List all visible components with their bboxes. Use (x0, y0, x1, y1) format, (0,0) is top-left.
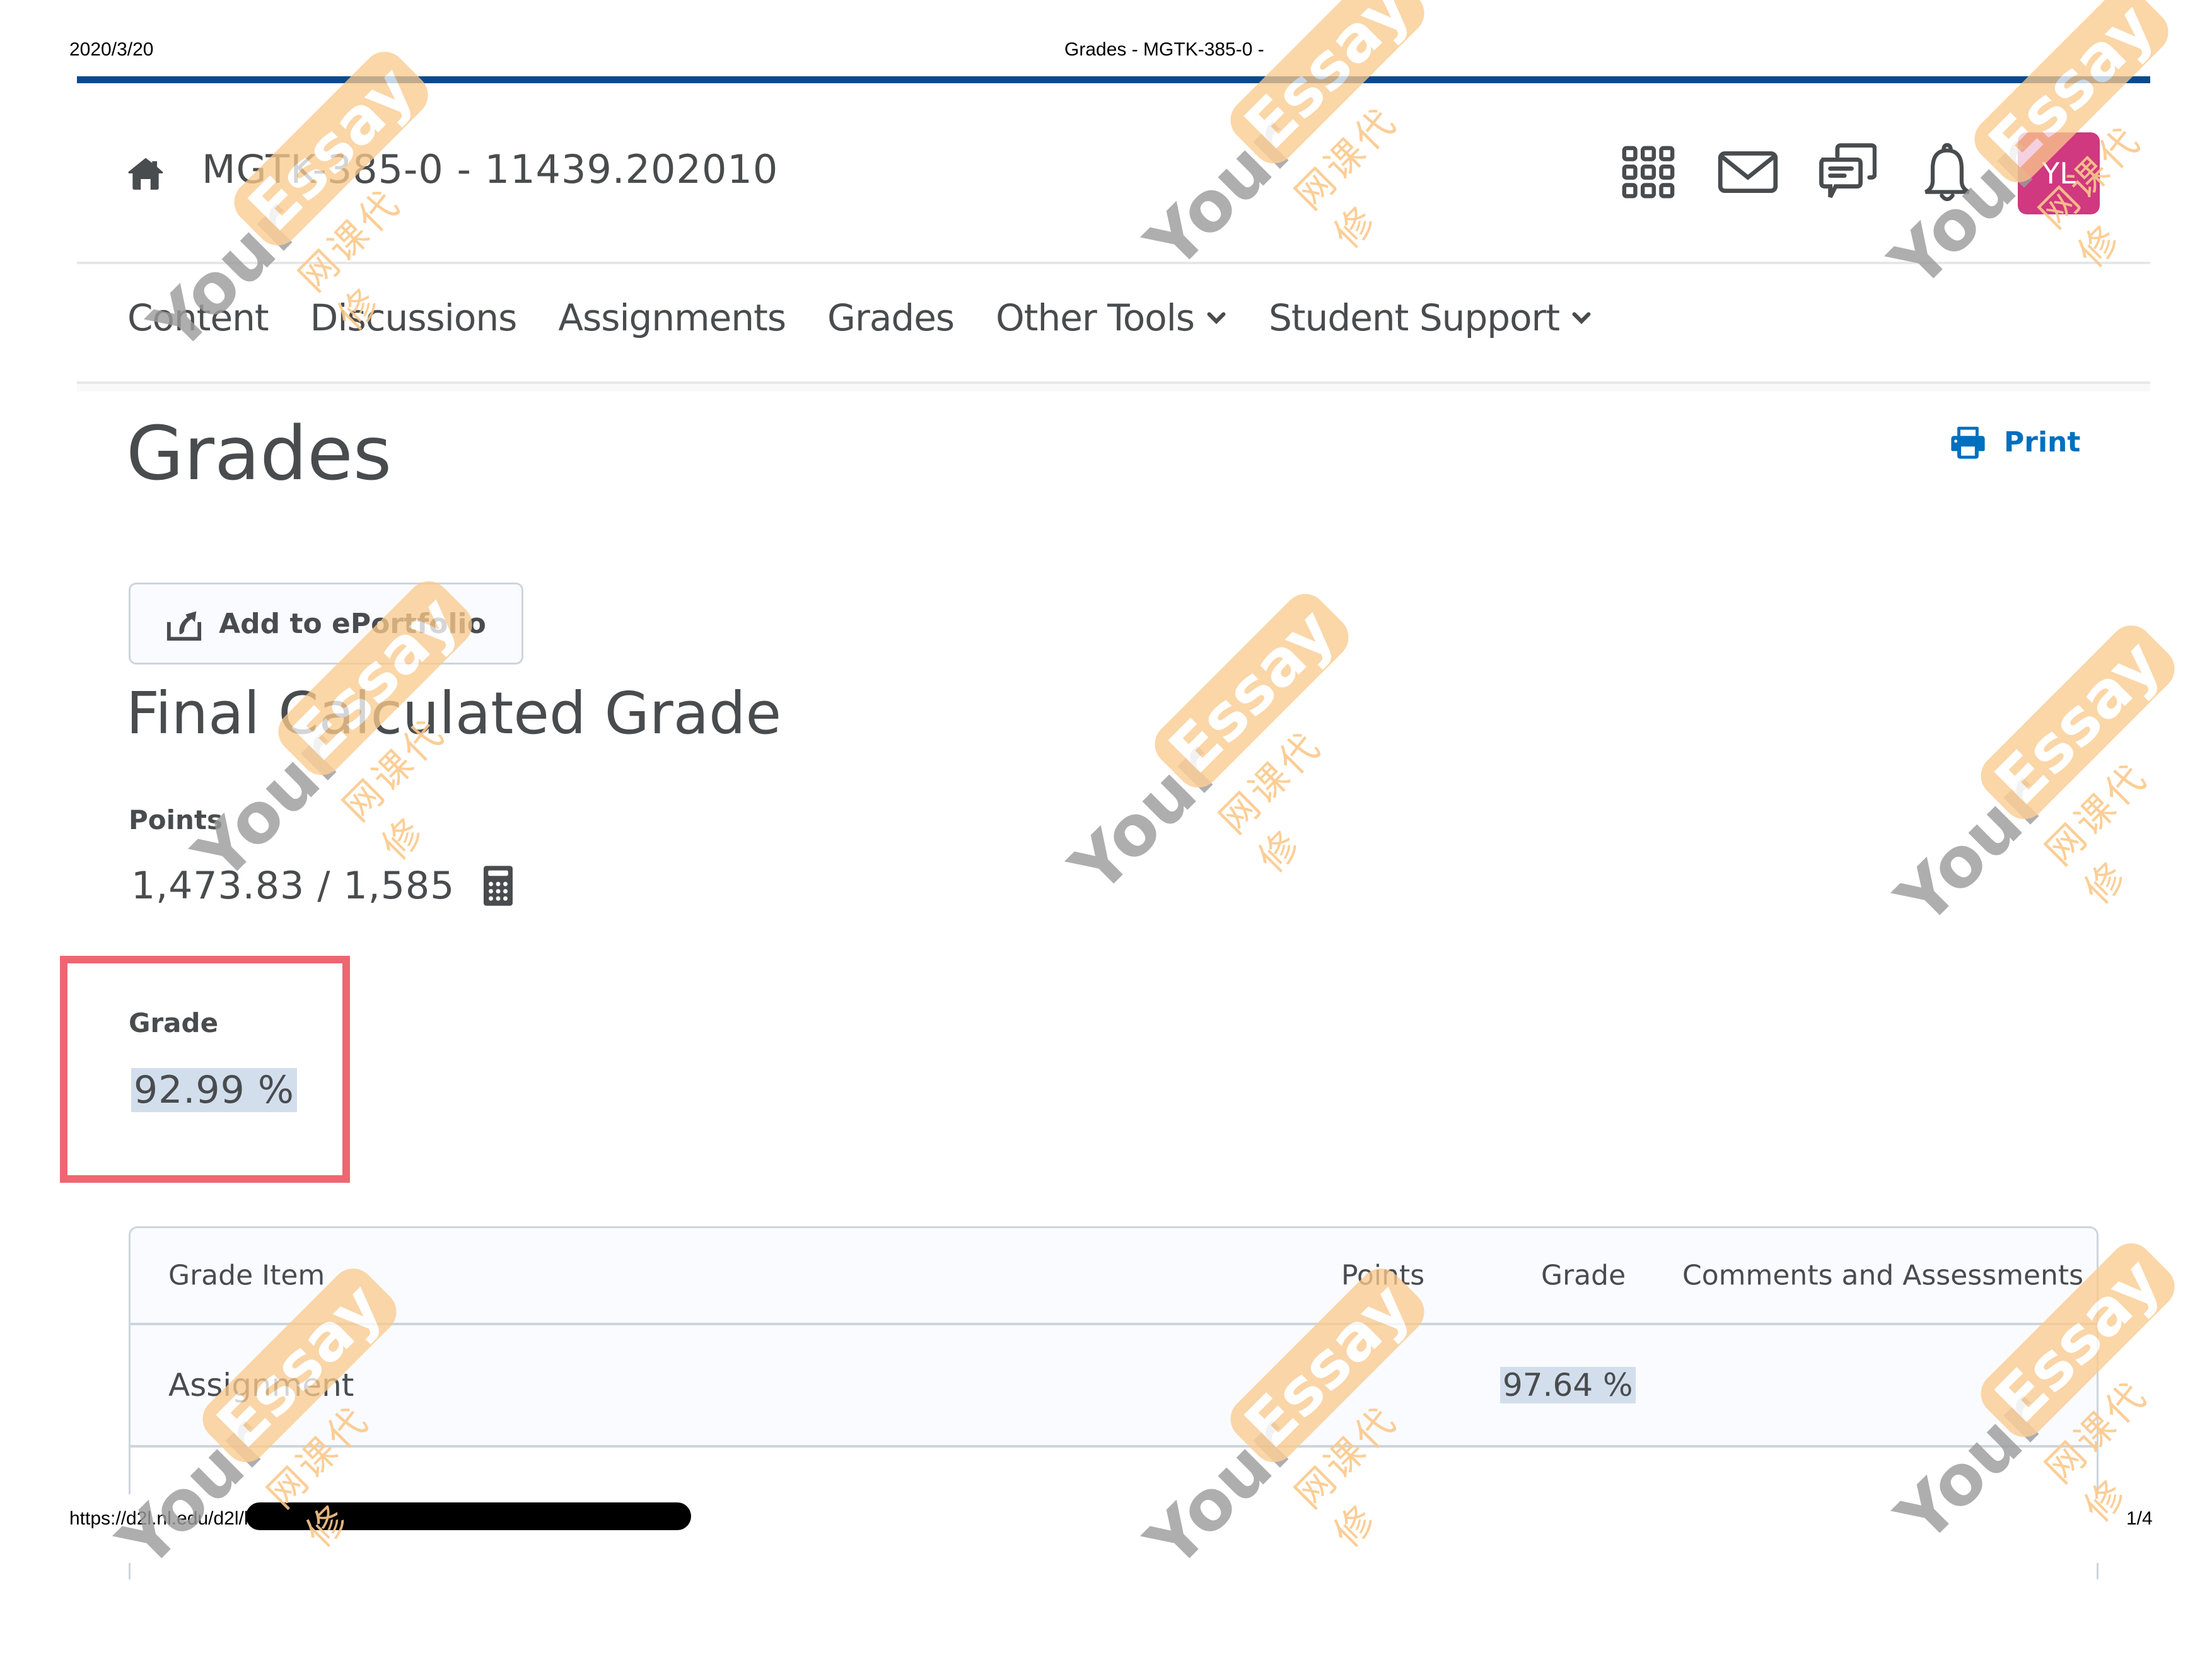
watermark-word: Your (1131, 103, 1312, 284)
watermark: Your Essay 网课代修 (1006, 585, 1358, 936)
column-header-grade-item[interactable]: Grade Item (168, 1260, 325, 1292)
points-row: 1,473.83 / 1,585 (131, 864, 513, 908)
grade-label: Grade (129, 1008, 219, 1038)
nav-item-other-tools[interactable]: Other Tools (996, 296, 1227, 339)
final-calculated-grade-title: Final Calculated Grade (126, 680, 782, 747)
printer-icon (1951, 426, 1985, 459)
watermark-word: Your (1055, 727, 1237, 909)
watermark-word: Essay (1221, 0, 1433, 173)
watermark: Your Essay 网课代修 (1832, 617, 2184, 967)
waffle-grid-icon[interactable] (1618, 142, 1679, 202)
chat-bubbles-icon[interactable] (1816, 142, 1877, 202)
column-header-points[interactable]: Points (1341, 1260, 1424, 1292)
grade-item-grade-text: 97.64 % (1500, 1367, 1636, 1403)
nav-item-label: Content (127, 296, 269, 339)
nav-item-student-support[interactable]: Student Support (1269, 296, 1592, 339)
grade-item-name: Assignment (168, 1367, 354, 1403)
watermark-chinese: 网课代修 (1211, 723, 1331, 881)
table-header-row: Grade Item Points Grade Comments and Ass… (131, 1228, 2097, 1325)
bell-icon[interactable] (1917, 142, 1977, 202)
watermark-chinese: 网课代修 (2037, 754, 2157, 913)
eportfolio-share-icon (167, 611, 202, 641)
grade-value: 92.99 % (131, 1068, 297, 1112)
watermark: Your Essay 网课代修 (85, 43, 437, 393)
course-title[interactable]: MGTK-385-0 - 11439.202010 (202, 146, 778, 192)
nav-item-discussions[interactable]: Discussions (310, 296, 518, 339)
course-navbar: Content Discussions Assignments Grades O… (127, 296, 1592, 339)
nav-item-label: Discussions (310, 296, 518, 339)
watermark-chinese: 网课代修 (1286, 98, 1407, 257)
grade-item-grade: 97.64 % (1500, 1367, 1636, 1403)
print-date: 2020/3/20 (69, 39, 154, 60)
watermark-word: Essay (1146, 585, 1358, 797)
home-icon[interactable] (126, 154, 165, 193)
points-label: Points (129, 804, 223, 835)
user-avatar[interactable]: YL (2018, 132, 2100, 214)
add-to-eportfolio-button[interactable]: Add to ePortfolio (129, 583, 523, 665)
watermark-word: Your (1881, 758, 2063, 940)
chevron-down-icon (1207, 312, 1226, 325)
nav-item-assignments[interactable]: Assignments (558, 296, 786, 339)
watermark-word: Essay (1972, 617, 2184, 828)
nav-item-content[interactable]: Content (127, 296, 269, 339)
print-label: Print (2004, 426, 2081, 458)
table-row: Assignment 97.64 % (131, 1325, 2097, 1448)
accent-bar (77, 76, 2150, 83)
nav-item-label: Student Support (1269, 296, 1560, 339)
print-page-indicator: 1/4 (2126, 1508, 2153, 1529)
page-title: Grades (126, 410, 392, 497)
redaction-bar (246, 1502, 691, 1530)
column-header-grade[interactable]: Grade (1541, 1260, 1626, 1292)
header-divider (77, 262, 2150, 264)
nav-item-grades[interactable]: Grades (827, 296, 955, 339)
nav-item-label: Grades (827, 296, 955, 339)
add-to-eportfolio-label: Add to ePortfolio (219, 607, 486, 640)
points-value: 1,473.83 / 1,585 (131, 864, 455, 908)
nav-item-label: Other Tools (996, 296, 1195, 339)
mail-icon[interactable] (1718, 142, 1778, 202)
column-header-comments[interactable]: Comments and Assessments (1682, 1260, 2083, 1292)
nav-shadow (77, 384, 2150, 392)
print-document-title: Grades - MGTK-385-0 - (1064, 39, 1264, 60)
calculator-icon[interactable] (484, 866, 513, 906)
chevron-down-icon (1572, 312, 1591, 325)
print-button[interactable]: Print (1950, 424, 2080, 460)
nav-item-label: Assignments (558, 296, 786, 339)
grade-value-text: 92.99 % (131, 1068, 297, 1112)
